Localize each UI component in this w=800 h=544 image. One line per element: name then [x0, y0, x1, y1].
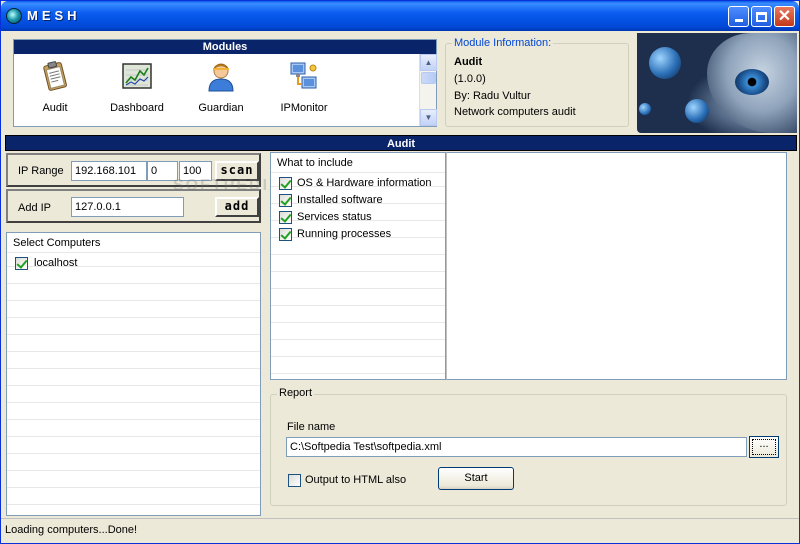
list-item[interactable]: localhost — [7, 254, 260, 272]
title-bar[interactable]: MESH ✕ — [1, 1, 799, 31]
report-group: Report File name C:\Softpedia Test\softp… — [270, 387, 787, 506]
module-description: Network computers audit — [454, 106, 576, 118]
module-label: Audit — [42, 102, 68, 114]
add-ip-label: Add IP — [18, 202, 52, 214]
scroll-up-arrow-icon[interactable]: ▲ — [420, 54, 437, 71]
softpedia-watermark: SOFTPEDIA — [173, 177, 283, 194]
file-name-input[interactable]: C:\Softpedia Test\softpedia.xml — [286, 437, 747, 457]
module-author: By: Radu Vultur — [454, 90, 531, 102]
add-button[interactable]: add — [215, 197, 259, 217]
installed-software-checkbox[interactable] — [279, 194, 292, 207]
start-button[interactable]: Start — [438, 467, 514, 490]
services-status-checkbox[interactable] — [279, 211, 292, 224]
module-label: Dashboard — [110, 102, 164, 114]
running-processes-label: Running processes — [297, 228, 392, 240]
module-label: IPMonitor — [280, 102, 328, 114]
localhost-checkbox[interactable] — [15, 257, 28, 270]
scroll-down-arrow-icon[interactable]: ▼ — [420, 109, 437, 126]
computers-list[interactable]: Select Computers localhost — [6, 232, 261, 516]
status-text: Loading computers...Done! — [5, 524, 138, 536]
module-label: Guardian — [198, 102, 244, 114]
banner-eye-image — [637, 33, 797, 133]
list-item[interactable]: Running processes — [271, 226, 445, 243]
close-button[interactable]: ✕ — [774, 6, 795, 27]
clipboard-icon — [39, 60, 71, 92]
globe-image — [649, 47, 681, 79]
os-hardware-label: OS & Hardware information — [297, 177, 432, 189]
list-item[interactable]: Services status — [271, 209, 445, 226]
report-legend: Report — [277, 387, 315, 399]
module-dashboard[interactable]: Dashboard — [102, 60, 172, 114]
module-ipmonitor[interactable]: IPMonitor — [269, 60, 339, 114]
app-globe-icon[interactable] — [6, 8, 22, 24]
module-guardian[interactable]: Guardian — [186, 60, 256, 114]
maximize-icon — [756, 11, 767, 22]
main-window: MESH ✕ Modules Audit Dashboard Guardian … — [0, 0, 800, 544]
chart-icon — [121, 60, 153, 92]
computers-list-header: Select Computers — [7, 233, 260, 253]
minimize-button[interactable] — [728, 6, 749, 27]
list-item[interactable]: Installed software — [271, 192, 445, 209]
globe-image — [685, 99, 709, 123]
include-list[interactable]: What to include OS & Hardware informatio… — [270, 152, 446, 380]
file-name-label: File name — [287, 421, 336, 433]
globe-image — [639, 103, 651, 115]
maximize-button[interactable] — [751, 6, 772, 27]
output-html-label: Output to HTML also — [305, 474, 407, 486]
os-hardware-checkbox[interactable] — [279, 177, 292, 190]
module-version: (1.0.0) — [454, 73, 486, 85]
user-icon — [205, 60, 237, 92]
audit-results-panel[interactable] — [446, 152, 787, 380]
browse-button[interactable]: ... — [749, 436, 779, 458]
eye-iris-image — [735, 69, 769, 95]
modules-scrollbar[interactable]: ▲ ▼ — [419, 54, 437, 126]
modules-panel: Modules Audit Dashboard Guardian IPMonit… — [13, 39, 437, 127]
list-item[interactable]: OS & Hardware information — [271, 175, 445, 192]
module-information-group: Module Information: Audit (1.0.0) By: Ra… — [445, 37, 629, 127]
services-status-label: Services status — [297, 211, 372, 223]
running-processes-checkbox[interactable] — [279, 228, 292, 241]
ip-base-input[interactable]: 192.168.101 — [71, 161, 147, 181]
module-name: Audit — [454, 56, 483, 68]
ip-range-label: IP Range — [18, 165, 64, 177]
audit-header: Audit — [5, 135, 797, 151]
network-icon — [288, 60, 320, 92]
status-bar: Loading computers...Done! — [1, 518, 799, 543]
modules-header: Modules — [14, 40, 436, 54]
module-information-legend: Module Information: — [452, 37, 554, 49]
add-ip-input[interactable]: 127.0.0.1 — [71, 197, 184, 217]
list-grid — [7, 233, 260, 515]
module-audit[interactable]: Audit — [20, 60, 90, 114]
scroll-thumb[interactable] — [421, 72, 436, 84]
minimize-icon — [734, 19, 743, 22]
include-list-header: What to include — [271, 153, 445, 173]
installed-software-label: Installed software — [297, 194, 383, 206]
close-icon: ✕ — [777, 7, 792, 25]
localhost-label: localhost — [34, 257, 78, 269]
output-html-checkbox[interactable] — [288, 474, 301, 487]
window-title: MESH — [27, 8, 81, 23]
